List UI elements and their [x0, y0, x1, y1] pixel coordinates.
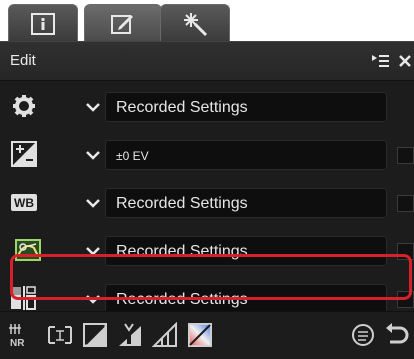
wb-icon: WB: [11, 194, 37, 211]
exposure-row: ±0 EV: [0, 130, 414, 178]
chevron-down-icon[interactable]: [84, 146, 102, 164]
chevron-down-icon[interactable]: [84, 194, 102, 212]
white-balance-checkbox[interactable]: [397, 195, 414, 212]
perspective-icon[interactable]: [152, 322, 178, 348]
info-icon: [31, 12, 55, 35]
undo-icon[interactable]: [384, 322, 410, 348]
noise-reduction-icon[interactable]: NR: [8, 322, 34, 348]
reset-icon[interactable]: [350, 322, 376, 348]
panel-header: Edit: [0, 41, 414, 81]
tab-retouch[interactable]: [160, 4, 230, 42]
edit-icon: [111, 14, 133, 34]
color-booster-icon[interactable]: [117, 322, 143, 348]
gear-icon: [13, 95, 35, 117]
white-balance-value: Recorded Settings: [116, 195, 248, 212]
white-balance-dropdown[interactable]: Recorded Settings: [105, 188, 387, 218]
exposure-checkbox[interactable]: [397, 147, 414, 164]
highlight-frame: [10, 254, 412, 300]
settings-value: Recorded Settings: [116, 99, 248, 116]
color-balance-icon[interactable]: [187, 322, 213, 348]
exposure-icon: [11, 141, 37, 167]
tab-bar: [0, 0, 414, 42]
levels-curves-icon[interactable]: [82, 322, 108, 348]
wb-badge: WB: [14, 196, 34, 210]
settings-dropdown[interactable]: Recorded Settings: [105, 92, 387, 122]
chevron-down-icon[interactable]: [84, 98, 102, 116]
white-balance-row: WB Recorded Settings: [0, 178, 414, 226]
panel-menu-icon[interactable]: [372, 54, 390, 68]
tab-info[interactable]: [8, 4, 78, 42]
tab-edit[interactable]: [84, 4, 162, 42]
crop-icon[interactable]: [47, 322, 73, 348]
sparkle-icon: [184, 12, 208, 36]
nr-label: NR: [10, 338, 25, 348]
edit-panel: Edit Recorded Settings ±0 EV WB Recorded…: [0, 41, 414, 359]
exposure-value: ±0 EV: [116, 149, 149, 163]
close-icon[interactable]: [398, 54, 412, 68]
exposure-dropdown[interactable]: ±0 EV: [105, 140, 387, 170]
tool-toolbar: NR: [0, 311, 414, 359]
settings-row: Recorded Settings: [0, 82, 414, 130]
panel-title: Edit: [10, 52, 36, 69]
